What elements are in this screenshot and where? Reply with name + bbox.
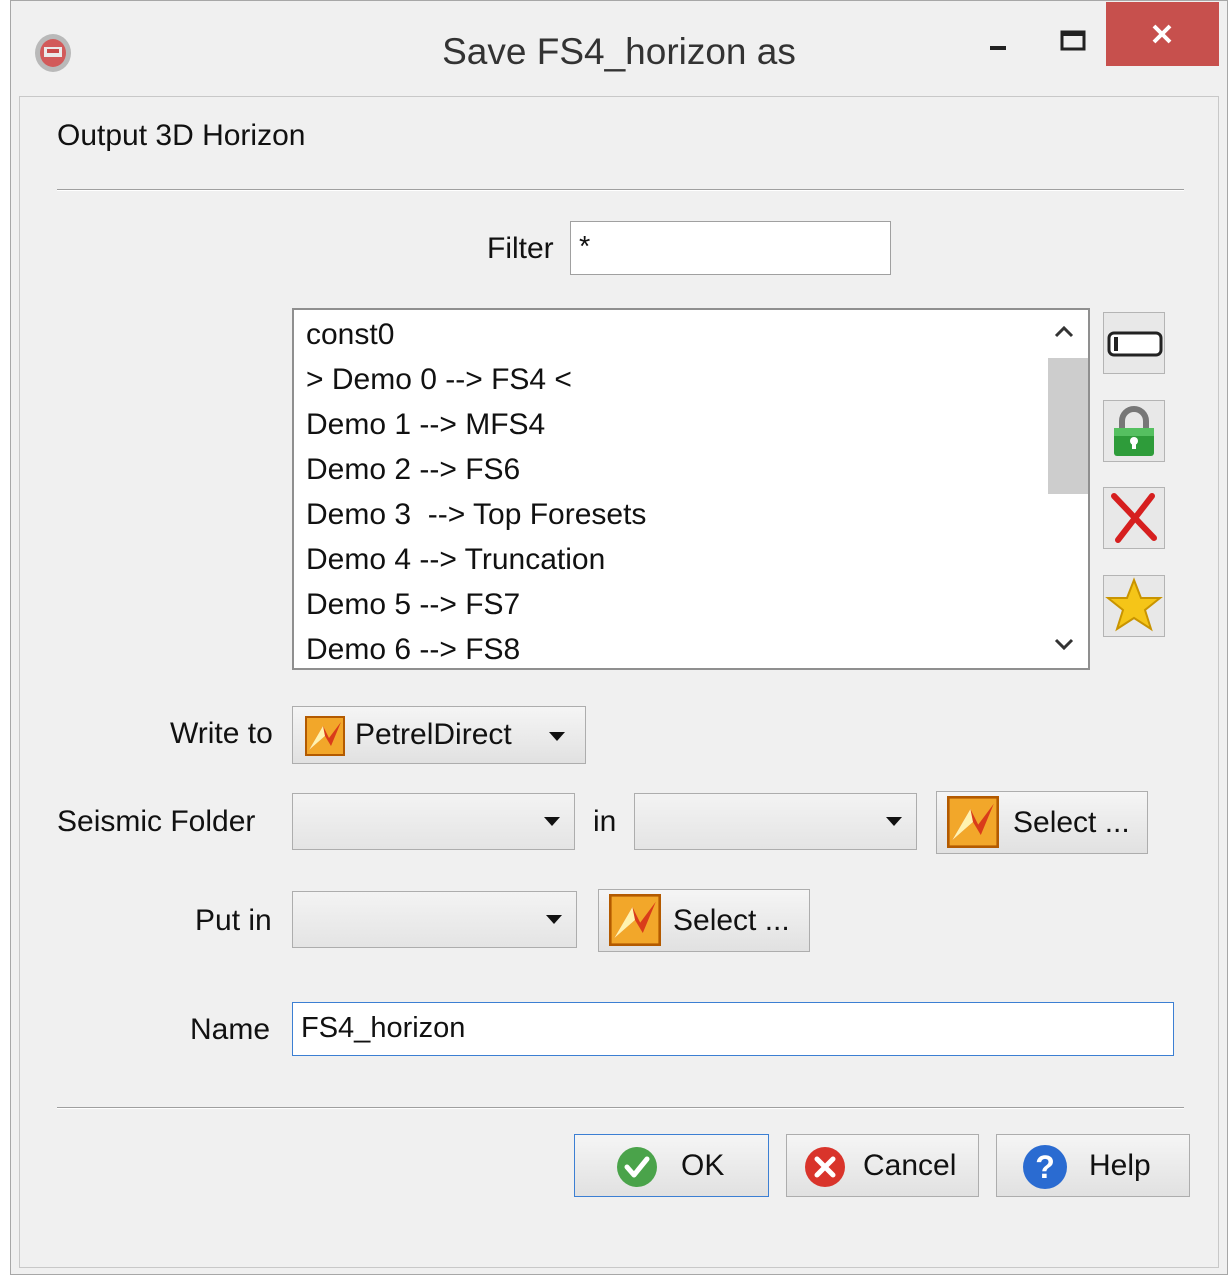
seismic-folder-dropdown[interactable]	[292, 793, 575, 850]
save-dialog-window: Save FS4_horizon as Output 3D Horizon Fi…	[10, 0, 1228, 1275]
in-label: in	[593, 805, 617, 838]
petrel-icon	[305, 716, 345, 756]
name-label: Name	[190, 1013, 271, 1046]
list-item[interactable]: Demo 3 --> Top Foresets	[294, 492, 1088, 537]
delete-icon	[1111, 493, 1157, 543]
scroll-thumb[interactable]	[1048, 358, 1088, 494]
minimize-icon	[990, 46, 1006, 50]
ok-button-label: OK	[681, 1148, 725, 1182]
list-scrollbar[interactable]	[1040, 310, 1088, 668]
scroll-up-button[interactable]	[1040, 314, 1088, 354]
list-item[interactable]: const0	[294, 312, 1088, 357]
favorite-button[interactable]	[1103, 575, 1165, 637]
put-in-label: Put in	[195, 904, 272, 937]
parent-folder-dropdown[interactable]	[634, 793, 917, 850]
chevron-down-icon	[546, 914, 562, 924]
section-divider	[57, 189, 1184, 191]
select-button-label: Select ...	[1013, 805, 1130, 839]
list-item[interactable]: Demo 4 --> Truncation	[294, 537, 1088, 582]
delete-button[interactable]	[1103, 487, 1165, 549]
star-icon	[1105, 577, 1163, 632]
chevron-down-icon	[544, 816, 560, 826]
rename-icon	[1107, 331, 1163, 357]
maximize-button[interactable]	[1041, 11, 1103, 69]
lock-icon	[1114, 406, 1154, 456]
petrel-icon	[947, 796, 999, 848]
chevron-up-icon	[1054, 325, 1074, 338]
write-to-dropdown[interactable]: PetrelDirect	[292, 706, 586, 764]
filter-label: Filter	[487, 232, 554, 265]
list-item[interactable]: > Demo 0 --> FS4 <	[294, 357, 1088, 402]
title-bar[interactable]: Save FS4_horizon as	[11, 1, 1227, 96]
close-button[interactable]	[1106, 2, 1219, 66]
seismic-folder-label: Seismic Folder	[57, 805, 256, 838]
list-item[interactable]: Demo 1 --> MFS4	[294, 402, 1088, 447]
put-in-dropdown[interactable]	[292, 891, 577, 948]
cancel-button-label: Cancel	[863, 1148, 957, 1182]
write-to-value: PetrelDirect	[355, 718, 512, 751]
cancel-button[interactable]: Cancel	[786, 1134, 979, 1197]
help-button[interactable]: ? Help	[996, 1134, 1190, 1197]
chevron-down-icon	[886, 816, 902, 826]
svg-text:?: ?	[1035, 1149, 1055, 1185]
footer-divider	[57, 1107, 1184, 1109]
ok-button[interactable]: OK	[574, 1134, 769, 1197]
help-button-label: Help	[1089, 1148, 1151, 1182]
maximize-icon	[1060, 30, 1086, 51]
list-item[interactable]: Demo 5 --> FS7	[294, 582, 1088, 627]
horizon-list[interactable]: const0 > Demo 0 --> FS4 < Demo 1 --> MFS…	[292, 308, 1090, 670]
chevron-down-icon	[1054, 638, 1074, 651]
chevron-down-icon	[549, 732, 565, 741]
check-icon	[617, 1147, 657, 1187]
scroll-down-button[interactable]	[1040, 628, 1088, 668]
write-to-label: Write to	[170, 717, 273, 750]
filter-input[interactable]: *	[570, 221, 891, 275]
petrel-icon	[609, 894, 661, 946]
section-title: Output 3D Horizon	[57, 119, 306, 152]
rename-button[interactable]	[1103, 312, 1165, 374]
help-icon: ?	[1023, 1145, 1067, 1189]
minimize-button[interactable]	[971, 11, 1027, 69]
lock-button[interactable]	[1103, 400, 1165, 462]
dialog-content: Output 3D Horizon Filter * const0 > Demo…	[19, 96, 1219, 1268]
select-button-label: Select ...	[673, 903, 790, 937]
put-in-select-button[interactable]: Select ...	[598, 889, 810, 952]
list-item[interactable]: Demo 2 --> FS6	[294, 447, 1088, 492]
name-input[interactable]: FS4_horizon	[292, 1002, 1174, 1056]
close-icon	[1152, 24, 1172, 44]
list-item[interactable]: Demo 6 --> FS8	[294, 627, 1088, 668]
seismic-folder-select-button[interactable]: Select ...	[936, 791, 1148, 854]
cancel-icon	[805, 1147, 845, 1187]
